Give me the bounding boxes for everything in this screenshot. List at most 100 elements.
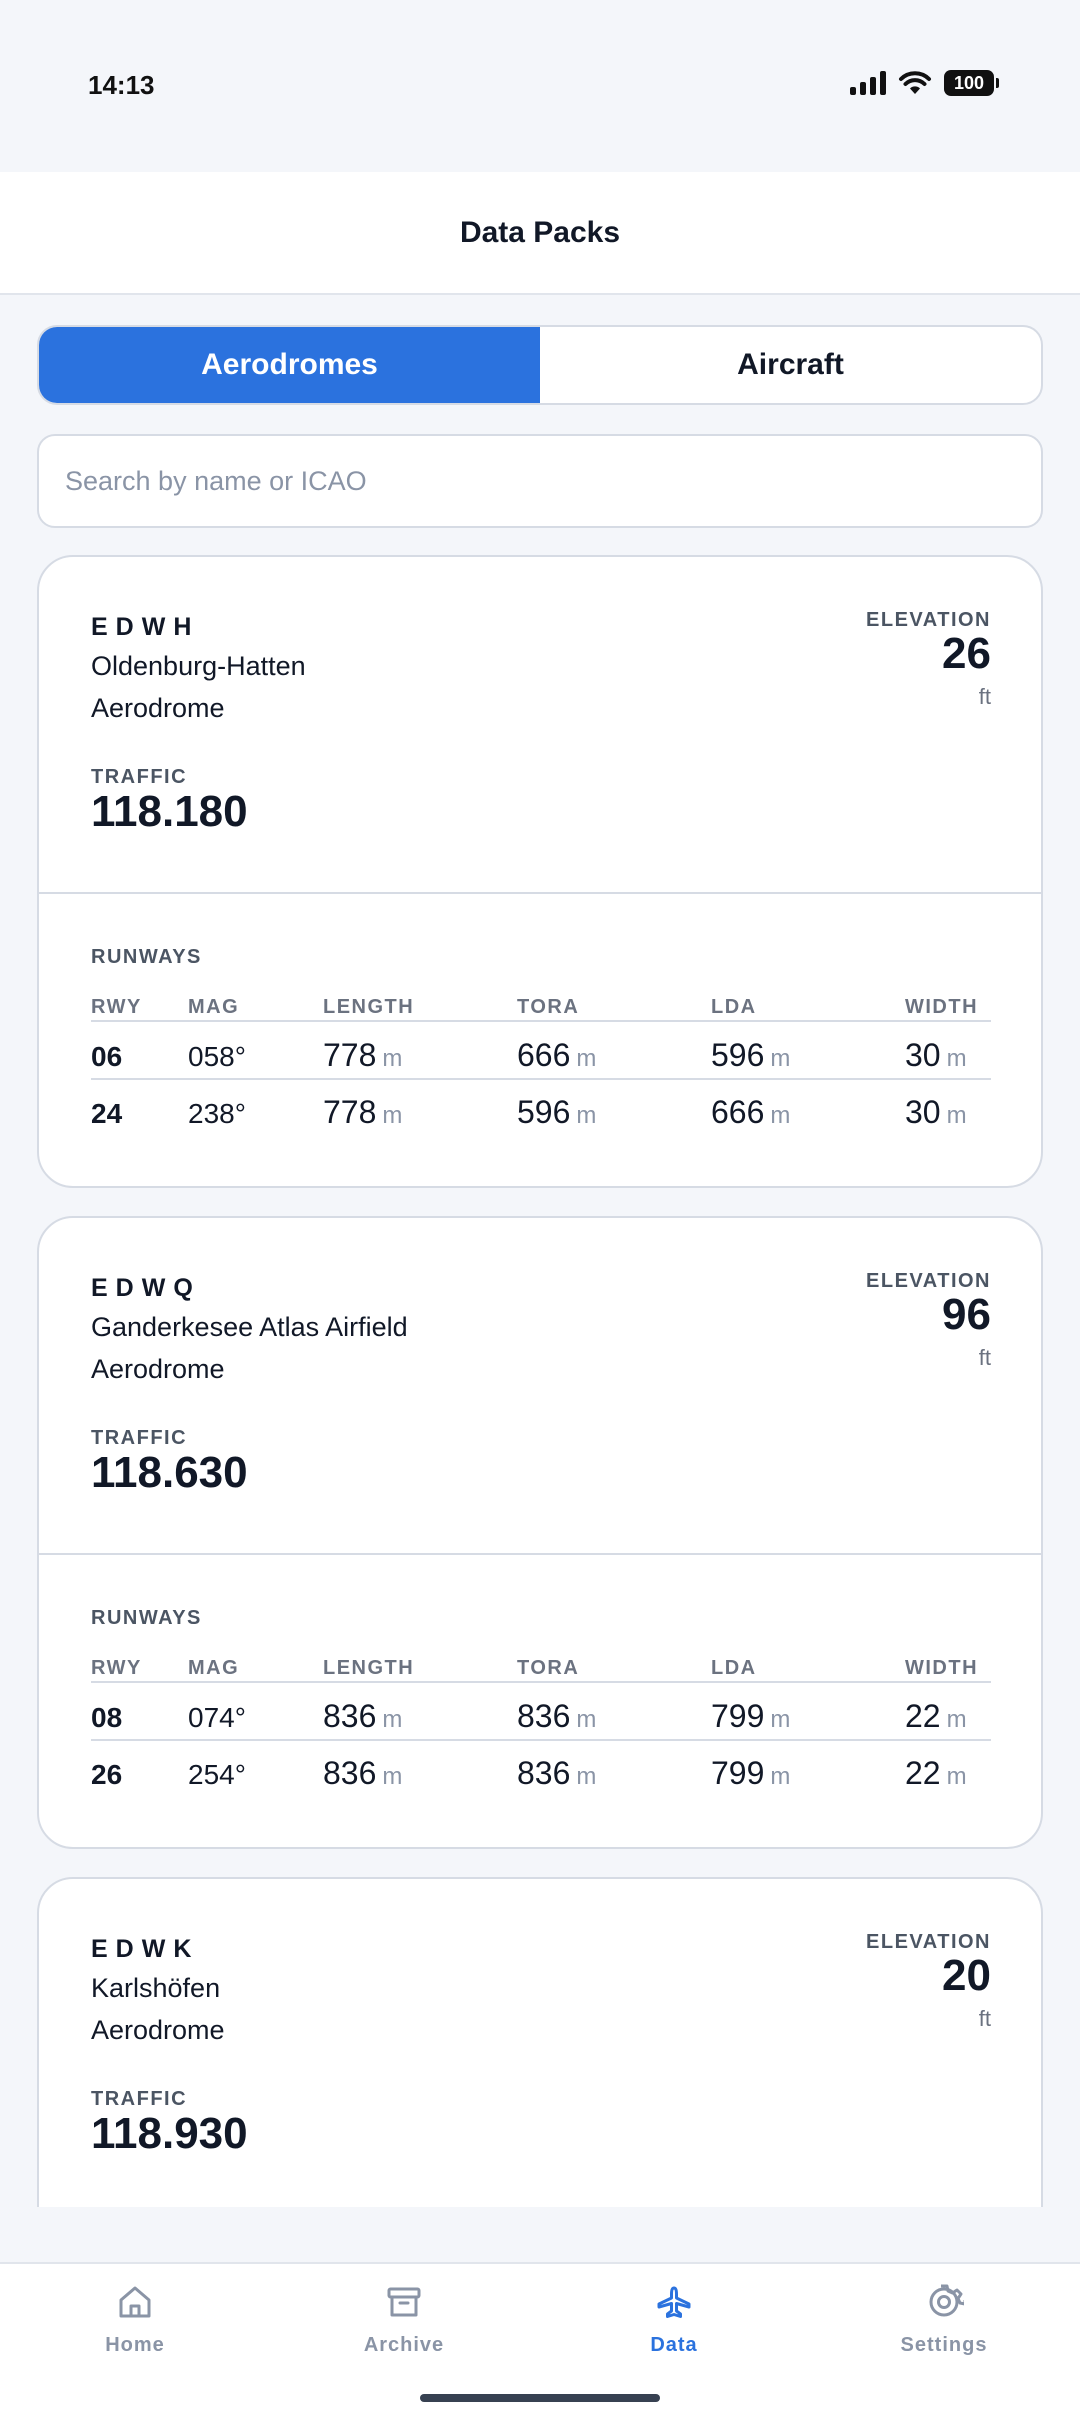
aerodrome-summary: EDWK Karlshöfen Aerodrome TRAFFIC 118.93… (39, 1879, 1041, 2207)
elevation-unit: ft (978, 2006, 991, 2031)
elevation-unit: ft (978, 684, 991, 709)
page-title: Data Packs (459, 215, 621, 249)
runways-table[interactable]: RWY MAG LENGTH TORA LDA WIDTH SU 06 058°… (91, 996, 991, 1166)
runway-magnetic-heading: 058° (188, 1041, 246, 1072)
col-mag: MAG (188, 996, 240, 1018)
runway-tora: 596 m (517, 1094, 597, 1130)
runway-length: 778 m (323, 1037, 403, 1073)
runways-title: RUNWAYS (91, 946, 202, 968)
col-length: LENGTH (323, 996, 415, 1018)
aerodrome-type: Aerodrome (91, 2015, 225, 2045)
runways-section: RUNWAYS RWY MAG LENGTH TORA LDA WIDTH SU… (39, 894, 1041, 1186)
runway-lda: 666 m (711, 1094, 791, 1130)
nav-header: Data Packs (0, 172, 1080, 295)
divider (91, 1681, 991, 1683)
col-tora: TORA (517, 1657, 580, 1679)
traffic-label: TRAFFIC (91, 766, 188, 788)
home-icon (119, 2286, 151, 2318)
traffic-frequency: 118.930 (91, 2109, 248, 2158)
icao-code: EDWK (91, 1935, 200, 1963)
aerodrome-card[interactable]: EDWQ Ganderkesee Atlas Airfield Aerodrom… (37, 1216, 1043, 1849)
col-lda: LDA (711, 996, 757, 1018)
battery-icon: 100 (944, 70, 999, 96)
runway-width: 22 m (905, 1698, 967, 1734)
aerodrome-name: Ganderkesee Atlas Airfield (91, 1312, 408, 1342)
runway-lda: 799 m (711, 1755, 791, 1791)
runway-row: 24 238° 778m 596m 666m 30m gra (91, 1080, 991, 1137)
runway-lda: 596 m (711, 1037, 791, 1073)
elevation-unit: ft (978, 1345, 991, 1370)
tab-home[interactable]: Home (35, 2282, 235, 2362)
tab-settings-label: Settings (900, 2334, 988, 2356)
divider (91, 1020, 991, 1022)
runway-designator: 08 (91, 1702, 123, 1733)
home-indicator (420, 2394, 660, 2402)
tab-home-label: Home (105, 2334, 165, 2356)
tab-archive[interactable]: Archive (304, 2282, 504, 2362)
tab-data[interactable]: Data (574, 2282, 774, 2362)
col-length: LENGTH (323, 1657, 415, 1679)
aerodrome-summary: EDWQ Ganderkesee Atlas Airfield Aerodrom… (39, 1218, 1041, 1555)
runway-designator: 06 (91, 1041, 123, 1072)
runways-table-header: RWY MAG LENGTH TORA LDA WIDTH SU (91, 1657, 991, 1683)
elevation-value: 26 (942, 629, 991, 678)
aerodrome-summary: EDWH Oldenburg-Hatten Aerodrome TRAFFIC … (39, 557, 1041, 894)
tab-data-label: Data (650, 2334, 698, 2356)
category-segmented-control: Aerodromes Aircraft (37, 325, 1043, 405)
runway-magnetic-heading: 074° (188, 1702, 246, 1733)
col-width: WIDTH (905, 996, 979, 1018)
col-tora: TORA (517, 996, 580, 1018)
wifi-icon (899, 71, 931, 94)
runway-width: 30 m (905, 1037, 967, 1073)
aerodrome-type: Aerodrome (91, 1354, 225, 1384)
aerodrome-type: Aerodrome (91, 693, 225, 723)
tab-settings[interactable]: Settings (844, 2282, 1044, 2362)
runway-row: 08 074° 836m 836m 799m 22m as (91, 1684, 991, 1741)
col-rwy: RWY (91, 996, 142, 1018)
icao-code: EDWQ (91, 1274, 201, 1302)
runway-length: 836 m (323, 1698, 403, 1734)
aerodrome-card[interactable]: EDWK Karlshöfen Aerodrome TRAFFIC 118.93… (37, 1877, 1043, 2207)
runway-magnetic-heading: 254° (188, 1759, 246, 1790)
runway-length: 778 m (323, 1094, 403, 1130)
runway-designator: 26 (91, 1759, 123, 1790)
aerodrome-list[interactable]: EDWH Oldenburg-Hatten Aerodrome TRAFFIC … (0, 555, 1080, 2207)
traffic-label: TRAFFIC (91, 2088, 188, 2110)
status-bar: 14:13 100 (0, 0, 1080, 172)
search-input[interactable] (37, 434, 1043, 528)
segment-aircraft[interactable]: Aircraft (540, 327, 1041, 403)
plane-icon (657, 2286, 691, 2318)
col-mag: MAG (188, 1657, 240, 1679)
runways-title: RUNWAYS (91, 1607, 202, 1629)
aerodrome-card[interactable]: EDWH Oldenburg-Hatten Aerodrome TRAFFIC … (37, 555, 1043, 1188)
runway-tora: 836 m (517, 1698, 597, 1734)
col-width: WIDTH (905, 1657, 979, 1679)
cellular-signal-icon (850, 71, 886, 95)
aerodrome-name: Oldenburg-Hatten (91, 651, 306, 681)
runways-table[interactable]: RWY MAG LENGTH TORA LDA WIDTH SU 08 074°… (91, 1657, 991, 1827)
runway-tora: 666 m (517, 1037, 597, 1073)
icao-code: EDWH (91, 613, 200, 641)
runway-tora: 836 m (517, 1755, 597, 1791)
tab-archive-label: Archive (363, 2334, 445, 2356)
runway-length: 836 m (323, 1755, 403, 1791)
archive-icon (387, 2287, 421, 2317)
elevation-value: 20 (942, 1951, 991, 2000)
runway-width: 30 m (905, 1094, 967, 1130)
runway-row: 06 058° 778m 666m 596m 30m gra (91, 1023, 991, 1080)
col-rwy: RWY (91, 1657, 142, 1679)
runway-row: 26 254° 836m 836m 799m 22m as (91, 1741, 991, 1798)
status-icons: 100 (850, 70, 999, 96)
runways-table-header: RWY MAG LENGTH TORA LDA WIDTH SU (91, 996, 991, 1022)
traffic-frequency: 118.630 (91, 1448, 248, 1497)
runway-magnetic-heading: 238° (188, 1098, 246, 1129)
gear-icon (929, 2284, 964, 2317)
segment-aerodromes[interactable]: Aerodromes (39, 327, 540, 403)
runways-section: RUNWAYS RWY MAG LENGTH TORA LDA WIDTH SU… (39, 1555, 1041, 1847)
runway-lda: 799 m (711, 1698, 791, 1734)
aerodrome-name: Karlshöfen (91, 1973, 221, 2003)
traffic-frequency: 118.180 (91, 787, 248, 836)
col-lda: LDA (711, 1657, 757, 1679)
status-time: 14:13 (88, 70, 155, 100)
runway-width: 22 m (905, 1755, 967, 1791)
